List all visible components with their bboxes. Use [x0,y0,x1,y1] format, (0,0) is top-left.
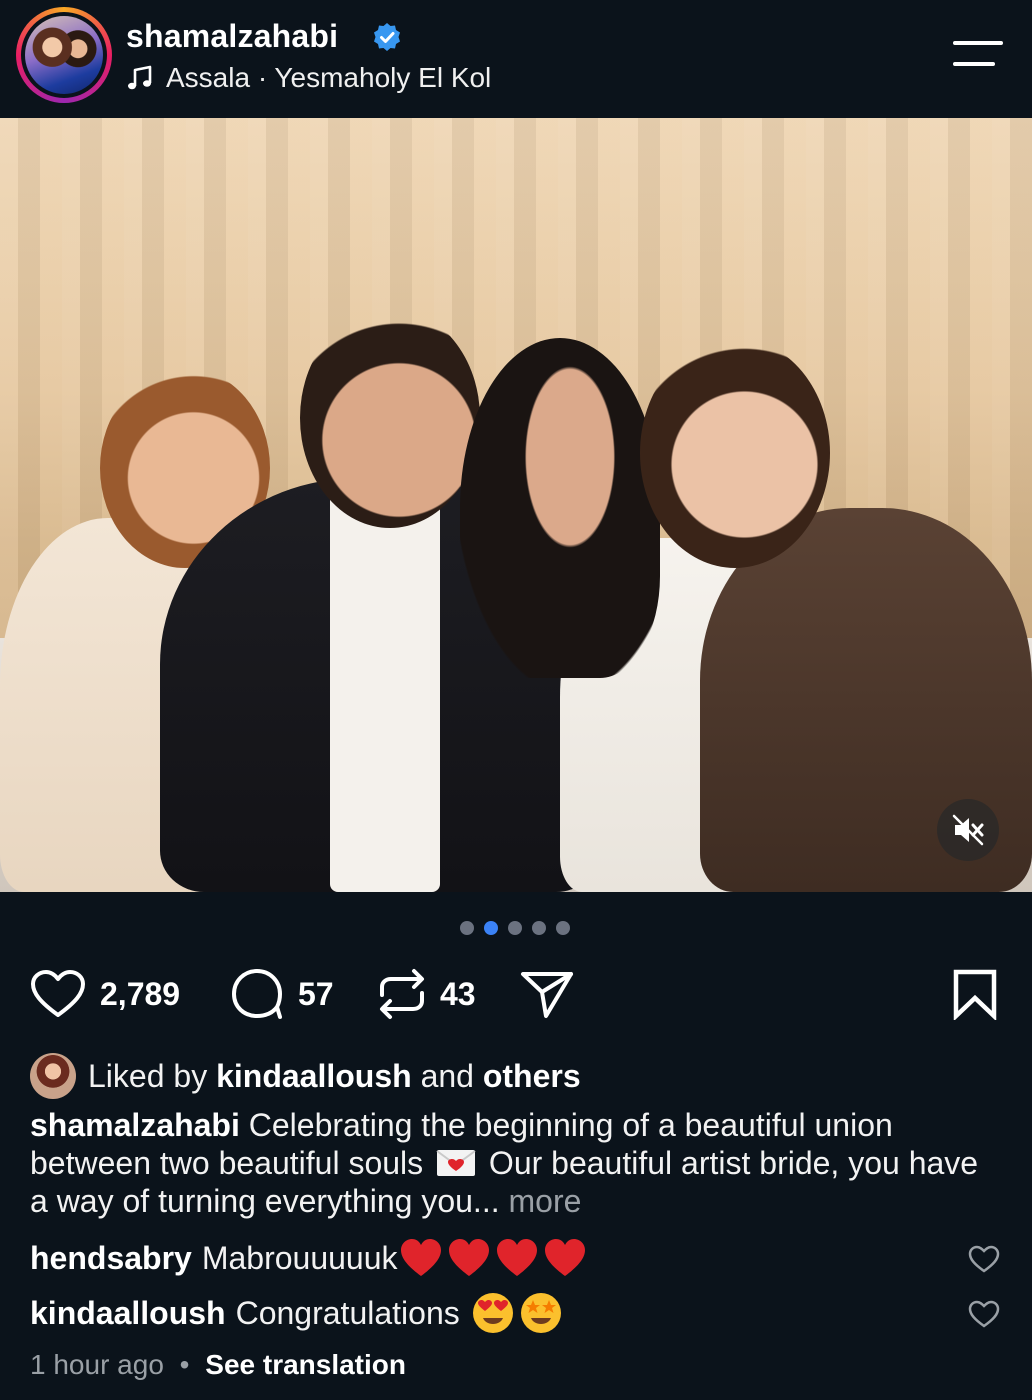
repost-count[interactable]: 43 [440,976,476,1013]
photo-figure [460,338,660,678]
like-count[interactable]: 2,789 [100,976,180,1013]
star-struck-emoji-icon [520,1293,561,1333]
mute-button[interactable] [937,799,999,861]
love-letter-emoji-icon [436,1150,476,1176]
comment-text: Congratulations [235,1294,460,1331]
music-track-label[interactable]: Assala · Yesmaholy El Kol [166,62,491,94]
repost-icon[interactable] [378,967,426,1021]
see-translation-link[interactable]: See translation [205,1349,406,1380]
share-action[interactable] [520,966,574,1022]
comment-heart-icon[interactable] [968,1244,1000,1274]
menu-icon[interactable] [953,40,1003,68]
heart-eyes-emoji-icon [472,1293,513,1333]
liked-by-user[interactable]: kindaalloush [216,1058,412,1094]
verified-badge-icon [374,23,400,51]
comment-action[interactable]: 57 [230,966,334,1022]
post-photo[interactable] [0,118,1032,892]
comment-count[interactable]: 57 [298,976,334,1013]
avatar-border [21,12,107,98]
carousel-dot-active [484,921,498,935]
bookmark-icon[interactable] [952,968,998,1020]
carousel-dot [532,921,546,935]
caption-author[interactable]: shamalzahabi [30,1107,240,1143]
liked-by-others[interactable]: others [483,1058,581,1094]
post-meta: 1 hour ago • See translation [30,1349,406,1381]
comment-heart-icon[interactable] [968,1299,1000,1329]
liked-by-row[interactable]: Liked by kindaalloush and others [30,1052,581,1100]
comment-row: kindaalloush Congratulations [30,1289,562,1337]
red-heart-emoji-icon [448,1239,489,1276]
comment-icon[interactable] [230,967,284,1021]
mute-icon [952,814,984,846]
photo-figure [300,308,480,528]
carousel-dot [460,921,474,935]
liked-by-text: Liked by kindaalloush and others [88,1058,581,1095]
avatar-image [25,16,103,94]
red-heart-emoji-icon [544,1239,585,1276]
photo-figure [640,338,830,568]
liked-by-connector: and [420,1057,474,1094]
like-action[interactable]: 2,789 [30,966,180,1022]
send-icon[interactable] [520,968,574,1020]
carousel-indicator [460,921,570,937]
meta-separator: • [179,1349,190,1380]
liked-by-avatar[interactable] [30,1053,76,1099]
post-author-username[interactable]: shamalzahabi [126,18,338,55]
comment-text: Mabrouuuuuk [201,1239,398,1276]
red-heart-emoji-icon [496,1239,537,1276]
music-note-icon [128,65,152,90]
heart-icon[interactable] [30,969,86,1019]
liked-by-prefix: Liked by [88,1057,208,1094]
red-heart-emoji-icon [400,1239,441,1276]
post-header: shamalzahabi Assala · Yesmaholy El Kol [0,0,1032,118]
comment-row: hendsabry Mabrouuuuuk [30,1234,586,1282]
carousel-dot [508,921,522,935]
carousel-dot [556,921,570,935]
photo-figure [330,488,440,892]
story-avatar[interactable] [16,7,112,103]
comment-author[interactable]: hendsabry [30,1240,192,1277]
post-caption: shamalzahabi Celebrating the beginning o… [30,1106,990,1220]
repost-action[interactable]: 43 [378,966,476,1022]
caption-more-link[interactable]: more [508,1183,581,1219]
post-timestamp: 1 hour ago [30,1349,164,1380]
comment-author[interactable]: kindaalloush [30,1295,226,1332]
